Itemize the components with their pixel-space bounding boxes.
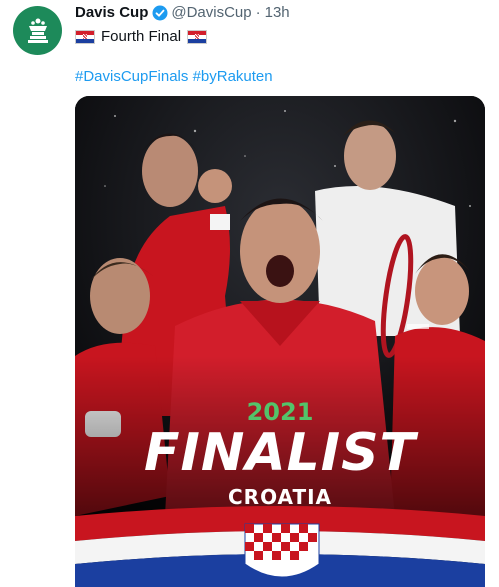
tweet-image[interactable]: 2021 FINALIST CROATIA bbox=[75, 96, 485, 587]
hashtag-link[interactable]: #byRakuten bbox=[193, 68, 273, 85]
tweet-card[interactable]: Davis Cup @DavisCup · 13h Fourth Final #… bbox=[0, 0, 499, 587]
image-headline: FINALIST bbox=[143, 423, 417, 483]
tweet-header: Davis Cup @DavisCup · 13h bbox=[75, 4, 290, 21]
tweet-text-label: Fourth Final bbox=[101, 28, 182, 45]
author-handle[interactable]: @DavisCup bbox=[171, 4, 251, 21]
tweet-text: Fourth Final bbox=[75, 28, 213, 45]
verified-badge-icon bbox=[152, 5, 168, 20]
author-name[interactable]: Davis Cup bbox=[75, 4, 148, 21]
croatia-flag-icon bbox=[187, 29, 208, 44]
avatar[interactable] bbox=[13, 6, 62, 55]
separator-dot: · bbox=[255, 4, 261, 21]
hashtags: #DavisCupFinals #byRakuten bbox=[75, 68, 273, 85]
team-photo bbox=[75, 96, 485, 587]
image-year: 2021 bbox=[246, 398, 314, 426]
davis-cup-logo-icon bbox=[27, 18, 48, 43]
croatia-flag-icon bbox=[75, 29, 95, 44]
timestamp[interactable]: 13h bbox=[265, 4, 290, 21]
hashtag-link[interactable]: #DavisCupFinals bbox=[75, 68, 188, 85]
image-country: CROATIA bbox=[227, 485, 333, 509]
